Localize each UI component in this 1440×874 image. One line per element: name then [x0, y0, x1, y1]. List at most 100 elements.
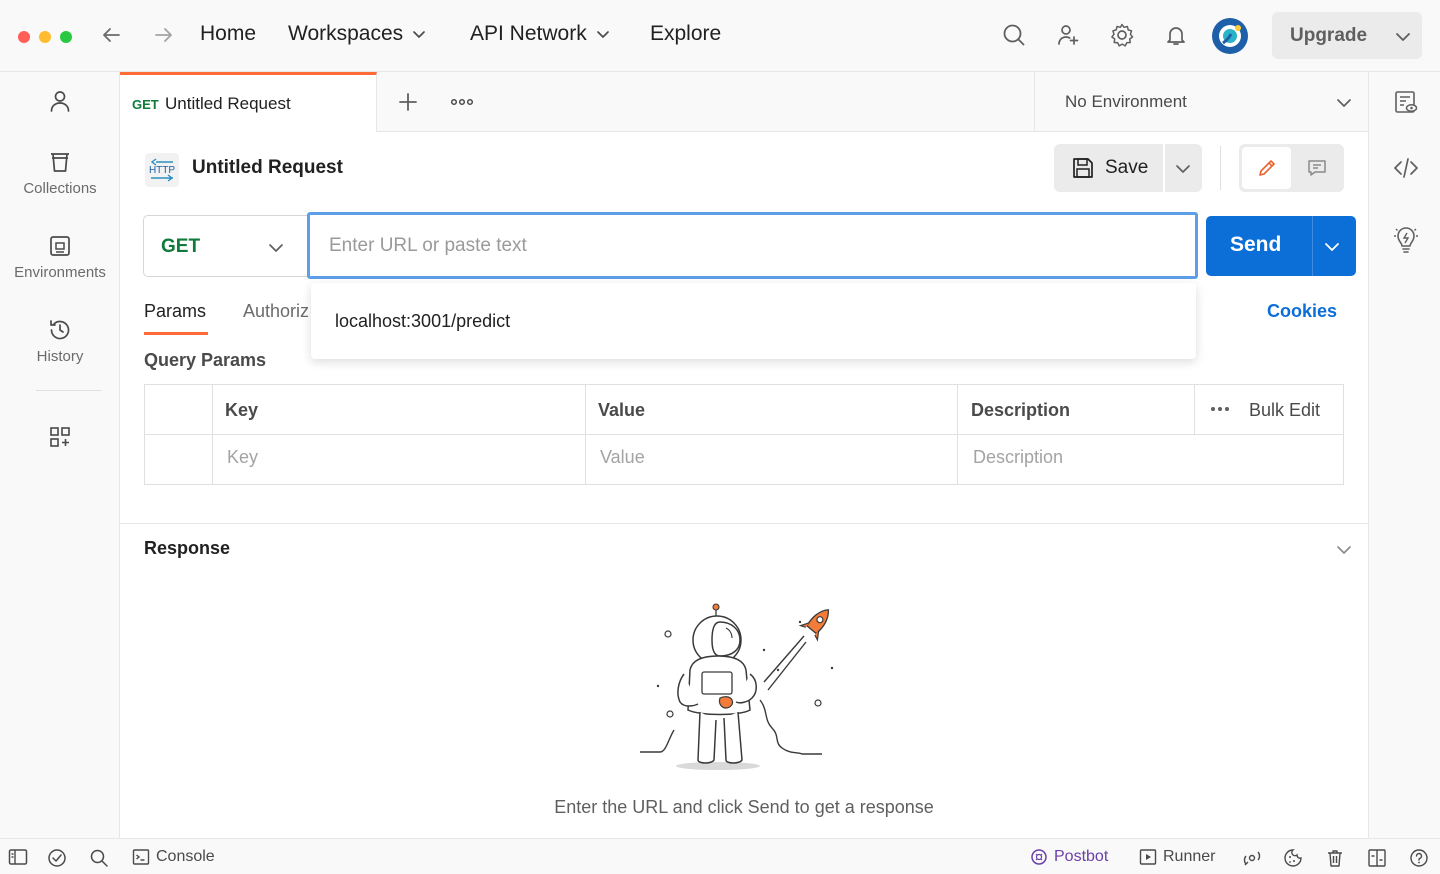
nav-explore[interactable]: Explore — [650, 22, 721, 46]
sidebar-item-label: Environments — [14, 264, 106, 281]
save-options-chevron-down-icon[interactable] — [1174, 159, 1192, 177]
response-title: Response — [144, 538, 231, 558]
column-header-key: Key — [225, 400, 259, 420]
nav-home-label: Home — [200, 22, 257, 45]
chevron-down-icon[interactable] — [1394, 27, 1412, 45]
save-disk-icon — [1073, 158, 1093, 178]
environment-quick-look-icon[interactable] — [1393, 89, 1419, 115]
comments-mode-button[interactable] — [1293, 147, 1341, 189]
settings-gear-icon[interactable] — [1107, 20, 1137, 50]
sidebar-item-history[interactable]: History — [0, 318, 120, 365]
left-sidebar: Collections Environments History — [0, 72, 120, 838]
param-value-input[interactable]: Value — [600, 447, 645, 468]
environment-selected-label: No Environment — [1065, 92, 1187, 111]
right-context-rail — [1368, 72, 1440, 838]
capture-requests-icon[interactable] — [1242, 848, 1262, 868]
check-circle-icon[interactable] — [47, 848, 67, 868]
url-suggestion-dropdown: localhost:3001/predict — [311, 283, 1196, 359]
chevron-down-icon — [596, 31, 609, 38]
save-divider — [1163, 144, 1165, 192]
code-snippet-icon[interactable] — [1393, 156, 1419, 180]
tab-active-indicator — [144, 332, 208, 335]
tab-params[interactable]: Params — [144, 301, 206, 322]
close-window-button[interactable] — [18, 31, 30, 43]
save-button[interactable]: Save — [1054, 144, 1202, 192]
sidebar-item-configure[interactable] — [0, 425, 120, 449]
console-button[interactable]: Console — [132, 848, 215, 866]
upgrade-label: Upgrade — [1290, 25, 1368, 46]
new-tab-plus-icon[interactable] — [396, 90, 420, 114]
query-params-table: Key Value Description Bulk Edit Key Valu… — [144, 384, 1344, 485]
pencil-icon — [1258, 160, 1275, 176]
avatar[interactable] — [1211, 17, 1249, 55]
find-search-icon[interactable] — [89, 848, 109, 868]
comment-icon — [1308, 160, 1326, 176]
help-icon[interactable] — [1409, 848, 1429, 868]
request-tab-bar: GET Untitled Request No Environment — [120, 72, 1368, 132]
table-row-divider — [145, 434, 1343, 435]
send-divider — [1312, 216, 1313, 276]
two-pane-layout-icon[interactable] — [1367, 848, 1387, 868]
response-empty-hint: Enter the URL and click Send to get a re… — [554, 797, 934, 817]
svg-text:HTTP: HTTP — [149, 165, 175, 176]
postbot-label: Postbot — [1054, 848, 1109, 865]
response-divider[interactable] — [120, 523, 1368, 524]
search-icon[interactable] — [999, 20, 1029, 50]
upgrade-button[interactable]: Upgrade — [1272, 12, 1422, 59]
nav-explore-label: Explore — [650, 22, 722, 45]
apps-grid-icon — [50, 427, 70, 447]
collapse-response-chevron-down-icon[interactable] — [1335, 540, 1353, 558]
nav-api-network[interactable]: API Network — [470, 22, 611, 46]
send-options-chevron-down-icon[interactable] — [1323, 237, 1341, 255]
nav-workspaces[interactable]: Workspaces — [288, 22, 427, 46]
tab-untitled-request[interactable]: GET Untitled Request — [120, 72, 377, 132]
console-label: Console — [156, 848, 215, 865]
sidebar-item-collections[interactable]: Collections — [0, 150, 120, 197]
back-arrow-icon[interactable] — [96, 20, 126, 50]
cookies-icon[interactable] — [1283, 848, 1303, 868]
param-key-input[interactable]: Key — [227, 447, 258, 468]
more-options-ellipsis-icon[interactable] — [1210, 403, 1230, 415]
sidebar-divider — [36, 390, 102, 391]
http-method-select[interactable]: GET — [143, 215, 309, 277]
zoom-window-button[interactable] — [60, 31, 72, 43]
tab-authorization[interactable]: Authoriz — [243, 301, 313, 322]
param-description-input[interactable]: Description — [973, 447, 1063, 468]
trash-icon[interactable] — [1325, 848, 1345, 868]
send-button[interactable]: Send — [1206, 216, 1356, 276]
url-suggestion-item[interactable]: localhost:3001/predict — [335, 311, 510, 332]
environment-selector[interactable]: No Environment — [1034, 72, 1368, 132]
runner-button[interactable]: Runner — [1139, 848, 1215, 866]
cookies-link[interactable]: Cookies — [1267, 301, 1337, 322]
astronaut-rocket-illustration — [640, 603, 834, 770]
minimize-window-button[interactable] — [39, 31, 51, 43]
chevron-down-icon — [413, 31, 426, 38]
environment-icon — [50, 236, 70, 256]
user-icon — [50, 91, 70, 112]
nav-api-network-label: API Network — [470, 22, 587, 45]
runner-label: Runner — [1163, 848, 1216, 865]
sidebar-item-label: History — [36, 348, 84, 365]
forward-arrow-icon[interactable] — [149, 20, 179, 50]
url-input[interactable] — [307, 212, 1198, 279]
sidebar-item-environments[interactable]: Environments — [0, 234, 120, 281]
edit-mode-button[interactable] — [1242, 147, 1291, 189]
top-bar: Home Workspaces API Network Explore Upgr… — [0, 0, 1440, 72]
postbot-button[interactable]: Postbot — [1030, 848, 1108, 866]
lightbulb-icon[interactable] — [1393, 226, 1419, 254]
notifications-bell-icon[interactable] — [1161, 20, 1191, 50]
history-icon — [50, 320, 70, 340]
toggle-sidebar-icon[interactable] — [8, 848, 28, 866]
tab-name-label: Untitled Request — [165, 94, 291, 113]
console-icon — [132, 849, 150, 865]
more-tabs-ellipsis-icon[interactable] — [450, 92, 474, 112]
nav-home[interactable]: Home — [200, 22, 256, 46]
http-method-label: GET — [161, 236, 201, 257]
column-header-value: Value — [598, 400, 646, 420]
bulk-edit-button[interactable]: Bulk Edit — [1249, 400, 1320, 421]
send-label: Send — [1230, 233, 1282, 256]
nav-workspaces-label: Workspaces — [288, 22, 404, 45]
sidebar-item-account[interactable] — [0, 89, 120, 113]
request-title[interactable]: Untitled Request — [192, 157, 343, 179]
invite-user-icon[interactable] — [1053, 20, 1083, 50]
